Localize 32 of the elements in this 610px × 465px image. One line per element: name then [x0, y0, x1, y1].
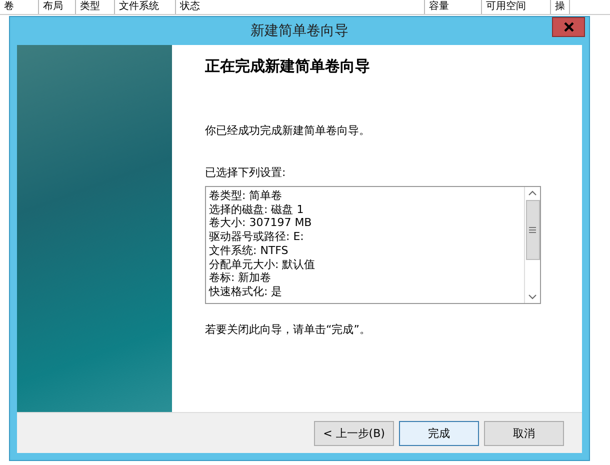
column-header[interactable]: 可用空间 [482, 0, 551, 14]
column-header[interactable]: 容量 [425, 0, 482, 14]
close-button[interactable] [552, 17, 585, 37]
column-header[interactable]: 类型 [76, 0, 115, 14]
settings-line: 选择的磁盘: 磁盘 1 [209, 202, 305, 216]
dialog-button[interactable]: 完成 [399, 420, 479, 446]
settings-line: 卷标: 新加卷 [209, 271, 272, 285]
wizard-heading: 正在完成新建简单卷向导 [205, 57, 371, 76]
settings-label: 已选择下列设置: [205, 165, 287, 180]
scroll-down-icon[interactable] [528, 294, 537, 300]
column-header[interactable]: 操 [551, 0, 570, 14]
scroll-up-icon[interactable] [528, 190, 537, 196]
column-header[interactable]: 状态 [176, 0, 425, 14]
scrollbar[interactable] [524, 187, 540, 303]
dialog-button[interactable]: 取消 [484, 420, 564, 446]
settings-line: 快速格式化: 是 [209, 284, 284, 299]
settings-line: 分配单元大小: 默认值 [209, 258, 316, 272]
settings-line: 驱动器号或路径: E: [209, 230, 305, 244]
close-hint: 若要关闭此向导，请单击“完成”。 [205, 322, 372, 337]
settings-list[interactable]: 卷类型: 简单卷 选择的磁盘: 磁盘 1 卷大小: 307197 MB 驱动器号或路径: E: 文件系统: NTFS 分配单元大小: 默认值 卷标: 新加卷 快速格式化: 是 [205, 186, 541, 304]
dialog-button[interactable]: < 上一步(B) [314, 420, 394, 446]
close-icon [564, 22, 574, 32]
settings-line: 文件系统: NTFS [209, 244, 290, 258]
window-title: 新建简单卷向导 [250, 22, 348, 40]
column-header[interactable]: 文件系统 [115, 0, 176, 14]
grip-icon [529, 227, 536, 233]
scroll-thumb[interactable] [526, 200, 540, 260]
column-header[interactable]: 卷 [0, 0, 39, 14]
settings-line: 卷类型: 简单卷 [209, 189, 284, 203]
column-header[interactable]: 布局 [39, 0, 76, 14]
success-message: 你已经成功完成新建简单卷向导。 [205, 123, 371, 138]
settings-line: 卷大小: 307197 MB [209, 216, 313, 230]
